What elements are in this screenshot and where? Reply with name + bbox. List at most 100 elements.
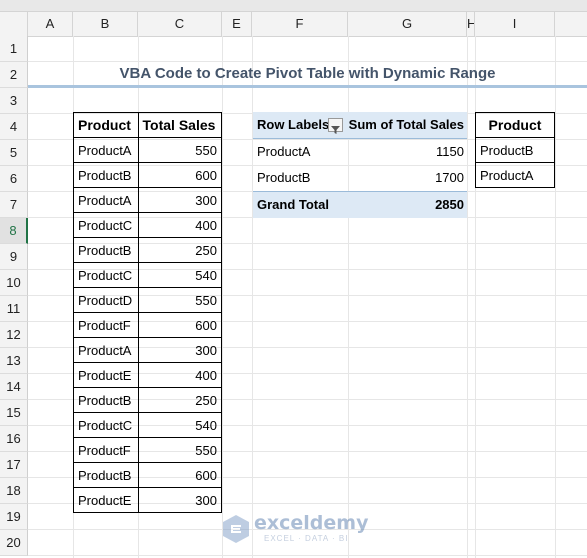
row-header[interactable]: 15 bbox=[0, 400, 28, 426]
product-cell[interactable]: ProductC bbox=[73, 412, 139, 438]
exceldemy-logo-icon bbox=[223, 515, 249, 543]
product-cell[interactable]: ProductE bbox=[73, 487, 139, 513]
source-data-table: Product Total Sales ProductA 550 ProductB 6… bbox=[73, 112, 223, 513]
pivot-row-value: 1150 bbox=[436, 144, 464, 159]
sales-cell[interactable]: 300 bbox=[137, 187, 223, 213]
table-row[interactable]: ProductD 550 bbox=[73, 287, 223, 313]
row-header[interactable]: 6 bbox=[0, 166, 28, 192]
pivot-row-labels[interactable]: Row Labels bbox=[257, 112, 329, 138]
sales-cell[interactable]: 540 bbox=[137, 262, 223, 288]
pivot-data-row[interactable]: ProductA 1150 bbox=[253, 139, 467, 165]
row-header[interactable]: 13 bbox=[0, 348, 28, 374]
row-header[interactable]: 5 bbox=[0, 140, 28, 166]
sales-cell[interactable]: 400 bbox=[137, 362, 223, 388]
table-header-row: Product Total Sales bbox=[73, 112, 223, 138]
product-cell[interactable]: ProductB bbox=[73, 462, 139, 488]
product-cell[interactable]: ProductB bbox=[73, 237, 139, 263]
column-header-g[interactable]: G bbox=[348, 12, 467, 36]
product-cell[interactable]: ProductB bbox=[475, 137, 555, 163]
table-row[interactable]: ProductE 300 bbox=[73, 487, 223, 513]
column-header-b[interactable]: B bbox=[73, 12, 138, 36]
sales-cell[interactable]: 540 bbox=[137, 412, 223, 438]
row-header[interactable]: 4 bbox=[0, 114, 28, 140]
pivot-row-value: 1700 bbox=[435, 170, 464, 185]
table-row[interactable]: ProductB bbox=[475, 137, 555, 163]
table-row[interactable]: ProductB 250 bbox=[73, 387, 223, 413]
sales-cell[interactable]: 300 bbox=[137, 337, 223, 363]
column-header-c[interactable]: C bbox=[138, 12, 222, 36]
sales-cell[interactable]: 550 bbox=[137, 137, 223, 163]
table-row[interactable]: ProductA 300 bbox=[73, 337, 223, 363]
row-header[interactable]: 12 bbox=[0, 322, 28, 348]
pivot-row-label: ProductB bbox=[257, 170, 311, 185]
row-header[interactable]: 3 bbox=[0, 88, 28, 114]
table-row[interactable]: ProductF 550 bbox=[73, 437, 223, 463]
table-row[interactable]: ProductE 400 bbox=[73, 362, 223, 388]
header-total-sales[interactable]: Total Sales bbox=[137, 112, 223, 138]
column-header-f[interactable]: F bbox=[252, 12, 348, 36]
title-underline bbox=[28, 85, 587, 88]
row-header[interactable]: 19 bbox=[0, 504, 28, 530]
row-header[interactable]: 17 bbox=[0, 452, 28, 478]
product-cell[interactable]: ProductD bbox=[73, 287, 139, 313]
table-row[interactable]: ProductC 540 bbox=[73, 412, 223, 438]
product-cell[interactable]: ProductA bbox=[73, 137, 139, 163]
pivot-grand-total-row[interactable]: Grand Total 2850 bbox=[253, 191, 467, 218]
table-row[interactable]: ProductC 540 bbox=[73, 262, 223, 288]
product-cell[interactable]: ProductB bbox=[73, 162, 139, 188]
column-header-h[interactable]: H bbox=[467, 12, 475, 36]
column-header-bar: A B C E F G H I bbox=[0, 0, 587, 37]
sales-cell[interactable]: 600 bbox=[137, 462, 223, 488]
row-header[interactable]: 14 bbox=[0, 374, 28, 400]
table-row[interactable]: ProductA 300 bbox=[73, 187, 223, 213]
row-header[interactable]: 11 bbox=[0, 296, 28, 322]
product-cell[interactable]: ProductB bbox=[73, 387, 139, 413]
table-row[interactable]: ProductB 600 bbox=[73, 162, 223, 188]
table-row[interactable]: ProductC 400 bbox=[73, 212, 223, 238]
row-header[interactable]: 2 bbox=[0, 62, 28, 88]
table-row[interactable]: ProductA 550 bbox=[73, 137, 223, 163]
select-all-corner[interactable] bbox=[0, 12, 28, 36]
table-row[interactable]: ProductB 250 bbox=[73, 237, 223, 263]
sales-cell[interactable]: 550 bbox=[137, 437, 223, 463]
pivot-sum-header[interactable]: Sum of Total Sales bbox=[349, 112, 464, 138]
row-header[interactable]: 1 bbox=[0, 36, 28, 62]
row-header[interactable]: 18 bbox=[0, 478, 28, 504]
column-header-i[interactable]: I bbox=[475, 12, 555, 36]
product-cell[interactable]: ProductA bbox=[475, 162, 555, 188]
sales-cell[interactable]: 600 bbox=[137, 312, 223, 338]
row-header[interactable]: 20 bbox=[0, 530, 28, 556]
sales-cell[interactable]: 400 bbox=[137, 212, 223, 238]
product-cell[interactable]: ProductC bbox=[73, 212, 139, 238]
watermark-tagline: EXCEL · DATA · BI bbox=[264, 534, 349, 543]
product-cell[interactable]: ProductA bbox=[73, 337, 139, 363]
row-header[interactable]: 7 bbox=[0, 192, 28, 218]
pivot-table[interactable]: Row Labels Sum of Total Sales ProductA 1… bbox=[253, 112, 467, 218]
header-product[interactable]: Product bbox=[475, 112, 555, 138]
product-cell[interactable]: ProductE bbox=[73, 362, 139, 388]
table-header-row: Product bbox=[475, 112, 555, 138]
table-row[interactable]: ProductB 600 bbox=[73, 462, 223, 488]
row-header[interactable]: 10 bbox=[0, 270, 28, 296]
product-cell[interactable]: ProductA bbox=[73, 187, 139, 213]
table-row[interactable]: ProductF 600 bbox=[73, 312, 223, 338]
sales-cell[interactable]: 250 bbox=[137, 387, 223, 413]
sales-cell[interactable]: 250 bbox=[137, 237, 223, 263]
column-header-a[interactable]: A bbox=[28, 12, 73, 36]
product-cell[interactable]: ProductF bbox=[73, 437, 139, 463]
product-cell[interactable]: ProductF bbox=[73, 312, 139, 338]
sales-cell[interactable]: 550 bbox=[137, 287, 223, 313]
row-header[interactable]: 8 bbox=[0, 218, 28, 244]
row-header[interactable]: 16 bbox=[0, 426, 28, 452]
sales-cell[interactable]: 300 bbox=[137, 487, 223, 513]
watermark-name: exceldemy bbox=[254, 512, 369, 534]
header-product[interactable]: Product bbox=[73, 112, 139, 138]
column-header-e[interactable]: E bbox=[222, 12, 252, 36]
row-header[interactable]: 9 bbox=[0, 244, 28, 270]
table-row[interactable]: ProductA bbox=[475, 162, 555, 188]
grand-total-label: Grand Total bbox=[257, 197, 329, 212]
product-cell[interactable]: ProductC bbox=[73, 262, 139, 288]
pivot-data-row[interactable]: ProductB 1700 bbox=[253, 165, 467, 191]
sales-cell[interactable]: 600 bbox=[137, 162, 223, 188]
filter-dropdown-icon[interactable] bbox=[328, 118, 343, 134]
